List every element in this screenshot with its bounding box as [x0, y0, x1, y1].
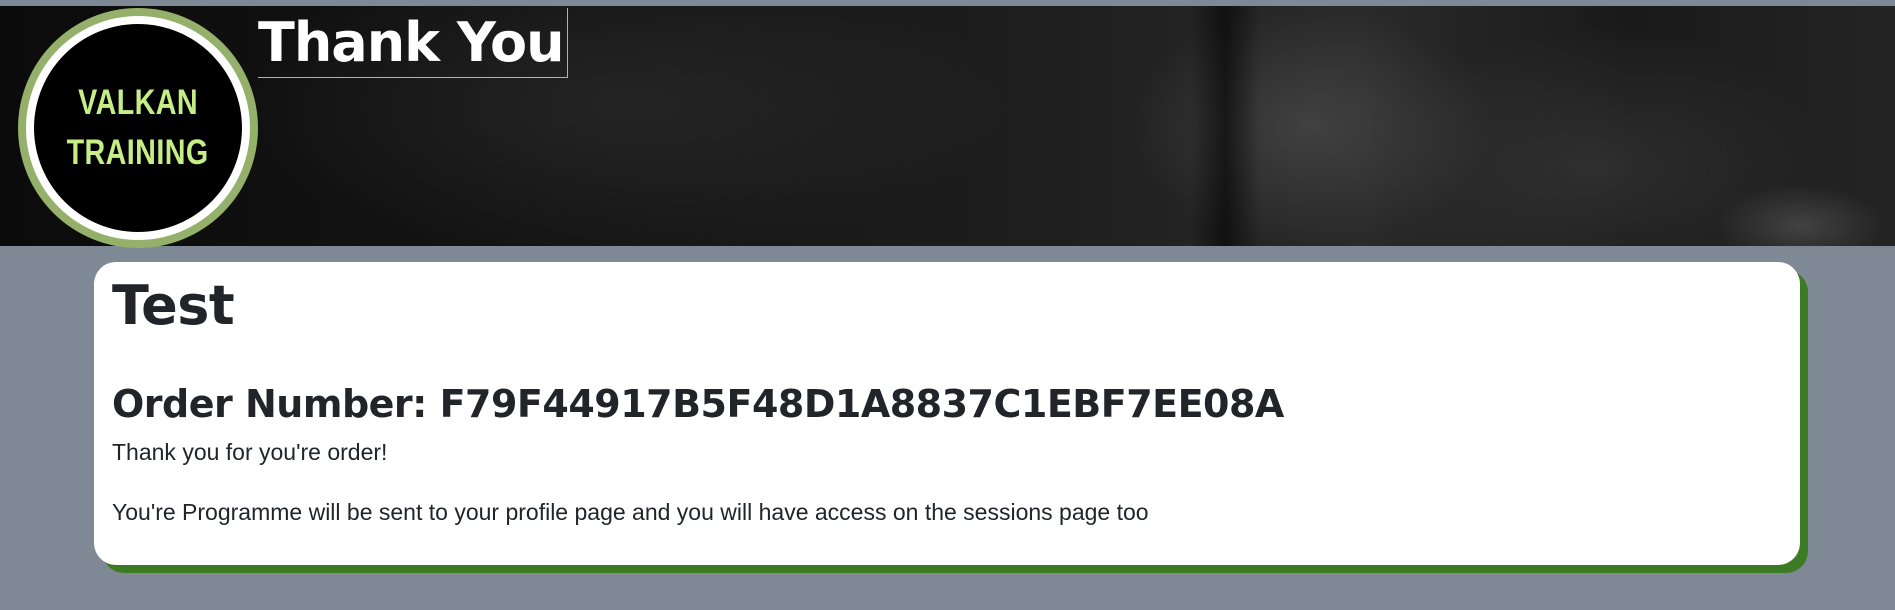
order-number-value: F79F44917B5F48D1A8837C1EBF7EE08A — [439, 382, 1285, 426]
logo-white-ring: VALKAN TRAINING — [26, 16, 250, 240]
logo-line-2: TRAINING — [67, 133, 209, 172]
banner-image-shade — [1190, 6, 1260, 246]
thank-you-message: Thank you for you're order! — [112, 439, 388, 465]
valkan-training-logo[interactable]: VALKAN TRAINING — [18, 8, 258, 248]
page-title-box: Thank You — [258, 8, 568, 78]
programme-title: Test — [112, 274, 235, 337]
order-confirmation-card: Test Order Number: F79F44917B5F48D1A8837… — [94, 262, 1800, 565]
order-number-heading: Order Number: F79F44917B5F48D1A8837C1EBF… — [112, 380, 1782, 428]
logo-line-1: VALKAN — [78, 83, 198, 122]
page-title: Thank You — [258, 11, 565, 74]
order-number-label: Order Number: — [112, 382, 427, 426]
programme-info-message: You're Programme will be sent to your pr… — [112, 499, 1149, 525]
logo-badge: VALKAN TRAINING — [34, 24, 242, 232]
